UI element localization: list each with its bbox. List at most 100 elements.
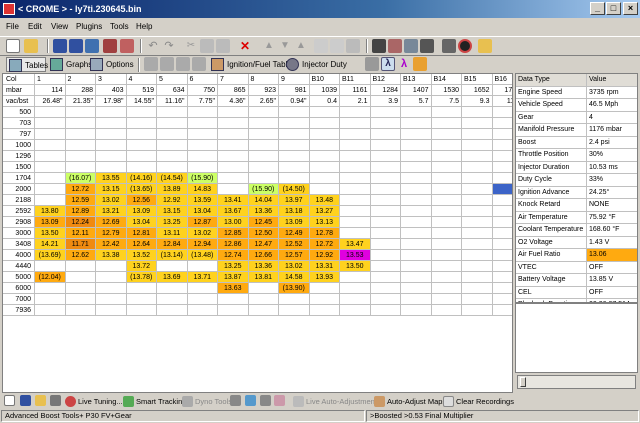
map-cell[interactable] <box>157 162 188 173</box>
map-cell[interactable]: 12.94 <box>187 239 218 250</box>
map-cell[interactable]: 13.55 <box>96 173 127 184</box>
map-cell[interactable] <box>431 184 462 195</box>
menu-tools[interactable]: Tools <box>110 21 129 33</box>
map-cell[interactable] <box>492 195 512 206</box>
map-cell[interactable] <box>462 250 493 261</box>
plugin-icon[interactable] <box>478 39 492 53</box>
map-cell[interactable]: 13.31 <box>309 261 340 272</box>
map-cell[interactable] <box>370 250 401 261</box>
map-cell[interactable]: 13.48 <box>309 195 340 206</box>
map-cell[interactable] <box>96 272 127 283</box>
map-cell[interactable] <box>35 261 66 272</box>
map-cell[interactable] <box>492 228 512 239</box>
map-cell[interactable] <box>462 162 493 173</box>
map-cell[interactable] <box>340 151 371 162</box>
map-cell[interactable]: 13.13 <box>309 217 340 228</box>
map-cell[interactable] <box>401 217 432 228</box>
map-cell[interactable] <box>35 184 66 195</box>
map-cell[interactable] <box>401 272 432 283</box>
map-cell[interactable]: 12.69 <box>96 217 127 228</box>
map-cell[interactable] <box>65 151 96 162</box>
map-cell[interactable] <box>65 118 96 129</box>
map-cell[interactable]: 13.93 <box>309 272 340 283</box>
map-cell[interactable] <box>157 129 188 140</box>
map-cell[interactable]: 12.42 <box>96 239 127 250</box>
map-cell[interactable] <box>279 140 310 151</box>
map-cell[interactable] <box>96 107 127 118</box>
undo-icon[interactable]: ↶ <box>146 39 160 53</box>
map-cell[interactable]: 12.86 <box>218 239 249 250</box>
map-cell[interactable]: 13.67 <box>218 206 249 217</box>
map-cell[interactable]: 13.80 <box>35 206 66 217</box>
map-cell[interactable]: 13.09 <box>126 206 157 217</box>
map-cell[interactable] <box>462 283 493 294</box>
map-cell[interactable] <box>218 184 249 195</box>
map-cell[interactable]: 14.21 <box>35 239 66 250</box>
map-cell[interactable] <box>370 283 401 294</box>
map-cell[interactable] <box>309 283 340 294</box>
burn-icon[interactable] <box>120 39 134 53</box>
map-cell[interactable]: (13.48) <box>187 250 218 261</box>
map-cell[interactable]: 14.04 <box>248 195 279 206</box>
map-cell[interactable] <box>187 162 218 173</box>
map-cell[interactable] <box>492 151 512 162</box>
map-cell[interactable] <box>35 305 66 316</box>
map-cell[interactable] <box>218 140 249 151</box>
map-cell[interactable]: 12.50 <box>248 228 279 239</box>
map-cell[interactable]: 14.83 <box>187 184 218 195</box>
map-cell[interactable]: 13.09 <box>279 217 310 228</box>
map-cell[interactable] <box>401 305 432 316</box>
map-cell[interactable] <box>431 173 462 184</box>
map-cell[interactable] <box>370 261 401 272</box>
map-cell[interactable] <box>35 118 66 129</box>
map-cell[interactable] <box>157 261 188 272</box>
map-cell[interactable] <box>431 140 462 151</box>
map-cell[interactable]: (13.78) <box>126 272 157 283</box>
map-cell[interactable] <box>187 305 218 316</box>
map-cell[interactable] <box>401 206 432 217</box>
dyno-tools-button[interactable]: Dyno Tools <box>181 395 232 408</box>
map-cell[interactable] <box>96 118 127 129</box>
map-cell[interactable] <box>35 107 66 118</box>
map-cell[interactable] <box>279 129 310 140</box>
map-cell[interactable]: (15.90) <box>248 184 279 195</box>
map-cell[interactable] <box>492 107 512 118</box>
map-cell[interactable] <box>35 283 66 294</box>
map-cell[interactable]: 13.27 <box>309 206 340 217</box>
edit-icon[interactable] <box>365 57 379 71</box>
lambda-icon[interactable]: λ <box>381 57 395 71</box>
options-button[interactable]: Options <box>88 57 134 72</box>
map-cell[interactable] <box>340 195 371 206</box>
map-cell[interactable] <box>218 162 249 173</box>
map-cell[interactable]: 13.04 <box>187 206 218 217</box>
lambda-purple-icon[interactable]: λ <box>397 57 411 71</box>
map-cell[interactable] <box>309 118 340 129</box>
map-cell[interactable] <box>370 129 401 140</box>
map-cell[interactable]: 13.11 <box>157 228 188 239</box>
map-cell[interactable] <box>492 239 512 250</box>
tool2-icon[interactable] <box>176 57 190 71</box>
tables-button[interactable]: Tables <box>6 57 48 72</box>
map-cell[interactable] <box>126 305 157 316</box>
save-as-icon[interactable] <box>69 39 83 53</box>
new-file-icon[interactable] <box>6 39 20 53</box>
menu-view[interactable]: View <box>51 21 68 33</box>
map-cell[interactable] <box>340 294 371 305</box>
map-cell[interactable] <box>218 173 249 184</box>
map-cell[interactable]: 12.66 <box>248 250 279 261</box>
map-cell[interactable] <box>462 107 493 118</box>
map-cell[interactable] <box>126 129 157 140</box>
map-cell[interactable] <box>492 305 512 316</box>
map-cell[interactable] <box>340 118 371 129</box>
map-cell[interactable] <box>340 162 371 173</box>
map-cell[interactable] <box>462 261 493 272</box>
map-cell[interactable] <box>248 129 279 140</box>
map-cell[interactable] <box>462 195 493 206</box>
map-cell[interactable] <box>431 162 462 173</box>
map-cell[interactable]: 12.81 <box>126 228 157 239</box>
map-cell[interactable] <box>248 173 279 184</box>
map-cell[interactable] <box>65 140 96 151</box>
map-cell[interactable] <box>370 140 401 151</box>
map-cell[interactable]: 13.25 <box>157 217 188 228</box>
map-cell[interactable]: 12.85 <box>218 228 249 239</box>
